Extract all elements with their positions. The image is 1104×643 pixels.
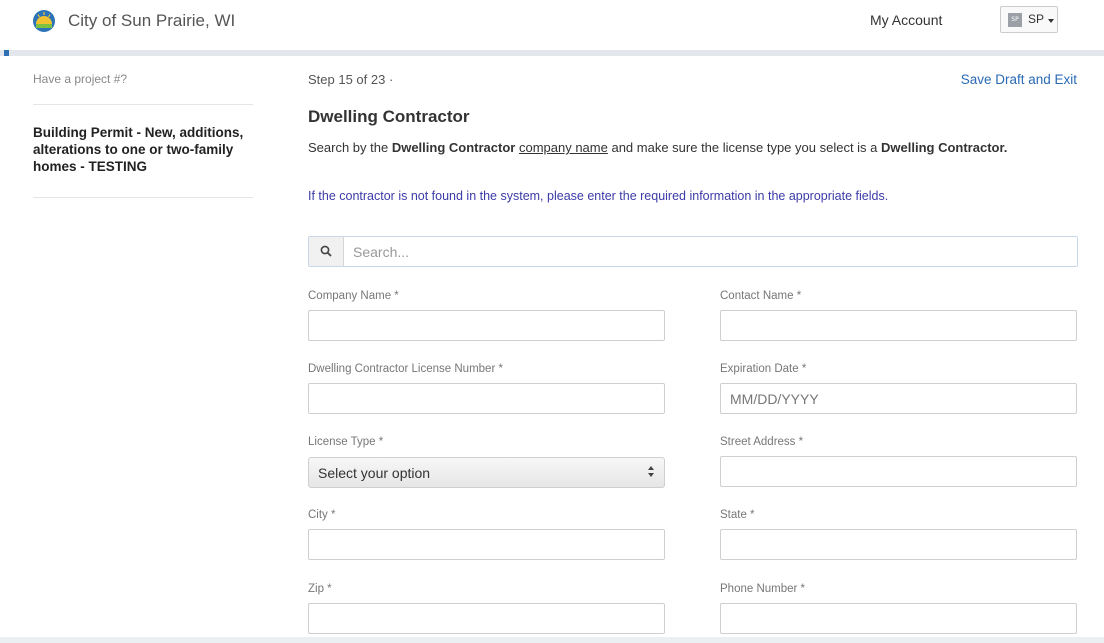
instructions-bold: Dwelling Contractor [391,140,516,155]
city-field[interactable] [308,529,665,560]
instructions-part: Search by the [308,140,392,155]
contractor-search [308,236,1078,267]
instructions-underline: company name [518,140,608,155]
contact-name-label: Contact Name * [720,290,802,302]
contact-name-field[interactable] [720,310,1077,341]
instructions-part: and make sure the license type you selec… [607,140,882,155]
permit-title: Building Permit - New, additions, altera… [33,125,244,174]
header-progress-rule [0,50,1104,56]
divider [33,197,253,198]
section-title: Dwelling Contractor [308,107,470,126]
license-type-selected: Select your option [318,465,431,481]
zip-field[interactable] [308,603,665,634]
my-account-link[interactable]: My Account [870,12,942,28]
top-header: City of Sun Prairie, WI My Account SP SP [0,0,1104,48]
company-name-field[interactable] [308,310,665,341]
save-draft-exit-link[interactable]: Save Draft and Exit [961,72,1077,87]
site-title[interactable]: City of Sun Prairie, WI [68,11,235,31]
license-number-label: Dwelling Contractor License Number * [308,363,503,375]
instructions-bold: Dwelling Contractor. [881,140,1008,155]
progress-accent [4,50,9,56]
phone-number-field[interactable] [720,603,1077,634]
avatar: SP [1008,13,1022,27]
divider [33,104,253,105]
license-type-select[interactable]: Select your option [308,457,665,488]
phone-number-label: Phone Number * [720,583,806,595]
street-address-label: Street Address * [720,436,804,448]
company-name-label: Company Name * [308,290,399,302]
have-project-link[interactable]: Have a project #? [33,72,127,86]
user-menu-button[interactable]: SP SP [1000,6,1058,33]
chevron-down-icon [1048,19,1054,23]
city-logo-icon[interactable] [33,10,55,32]
license-number-field[interactable] [308,383,665,414]
zip-label: Zip * [308,583,332,595]
contractor-notice: If the contractor is not found in the sy… [308,189,889,203]
state-label: State * [720,509,755,521]
user-initials: SP [1028,12,1045,26]
expiration-date-field[interactable] [720,383,1077,414]
state-field[interactable] [720,529,1077,560]
step-indicator: Step 15 of 23 · [308,72,394,87]
city-label: City * [308,509,336,521]
license-type-label: License Type * [308,436,384,448]
search-icon [320,245,332,257]
bottom-edge [0,637,1104,643]
street-address-field[interactable] [720,456,1077,487]
search-addon [309,237,344,266]
select-arrows-icon [648,466,656,480]
search-input[interactable] [353,241,1063,262]
instructions-text: Search by the Dwelling Contractor compan… [308,139,1068,157]
expiration-date-label: Expiration Date * [720,363,807,375]
